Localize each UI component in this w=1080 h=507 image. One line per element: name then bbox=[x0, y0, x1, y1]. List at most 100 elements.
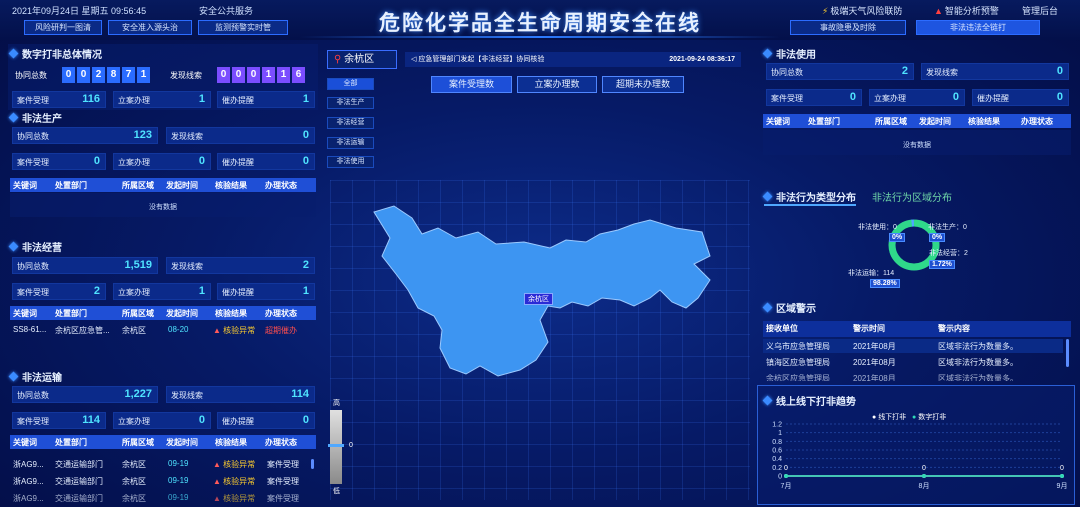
business-table-header: 关键词 处置部门 所属区域 发起时间 核验结果 办理状态 bbox=[10, 306, 316, 320]
trend-title: 线上线下打非趋势 bbox=[762, 393, 856, 408]
nav-illegal[interactable]: 非法违法全链打 bbox=[916, 20, 1040, 35]
data-point bbox=[784, 474, 788, 478]
filter-business[interactable]: 非法经营 bbox=[327, 117, 374, 129]
transport-cuiban: 催办提醒 0 bbox=[217, 412, 315, 429]
business-title: 非法经营 bbox=[8, 239, 62, 254]
map-region-label[interactable]: 余杭区 bbox=[524, 293, 553, 305]
transport-faxian: 发现线索 114 bbox=[166, 386, 315, 403]
tab-cases-filed[interactable]: 立案办理数 bbox=[517, 76, 597, 93]
data-point bbox=[922, 474, 926, 478]
data-label: 0 bbox=[1060, 465, 1064, 472]
transport-lian: 立案办理 0 bbox=[113, 412, 211, 429]
legend-slider[interactable] bbox=[330, 410, 342, 484]
filter-production[interactable]: 非法生产 bbox=[327, 97, 374, 109]
overview-xietong-label: 协同总数 bbox=[15, 71, 47, 80]
region-selector[interactable]: ⚲ 余杭区 bbox=[327, 50, 397, 69]
tab-cases-accepted[interactable]: 案件受理数 bbox=[431, 76, 512, 93]
slider-handle[interactable] bbox=[328, 444, 344, 447]
label-business: 非法经营：2 bbox=[929, 250, 968, 257]
data-label: 0 bbox=[784, 465, 788, 472]
business-lian: 立案办理 1 bbox=[113, 283, 211, 300]
usage-faxian: 发现线索 0 bbox=[921, 63, 1069, 80]
flash-icon: ⚡ bbox=[822, 6, 829, 16]
nav-risk[interactable]: 风险研判一图清 bbox=[24, 20, 102, 35]
production-anjian: 案件受理 0 bbox=[12, 153, 106, 170]
badge-transport: 98.28% bbox=[870, 279, 900, 288]
nav-access[interactable]: 安全准入源头治 bbox=[108, 20, 192, 35]
warning-status: ▲ 核验异常 bbox=[213, 326, 256, 335]
megaphone-icon: ◁ bbox=[411, 56, 417, 63]
usage-xietong: 协同总数 2 bbox=[766, 63, 914, 80]
x-tick-label: 9月 bbox=[1057, 482, 1068, 490]
badge-business: 1.72% bbox=[929, 260, 955, 269]
badge-production: 0% bbox=[929, 233, 946, 242]
diamond-icon bbox=[8, 241, 19, 252]
public-service-link[interactable]: 安全公共服务 bbox=[199, 4, 253, 17]
analysis-link[interactable]: ▲ 智能分析预警 bbox=[934, 4, 999, 17]
slider-bottom-label: 低 bbox=[333, 488, 340, 495]
diamond-icon bbox=[762, 191, 773, 202]
table-row[interactable]: 镇海区应急管理局 2021年08月 区域非法行为数量多。 bbox=[763, 355, 1063, 369]
business-faxian: 发现线索 2 bbox=[166, 257, 315, 274]
badge-usage: 0% bbox=[889, 233, 906, 242]
overview-cuiban: 催办提醒 1 bbox=[217, 91, 315, 108]
diamond-icon bbox=[762, 395, 773, 406]
diamond-icon bbox=[8, 371, 19, 382]
table-row[interactable]: 浙AG9... 交通运输部门 余杭区 09-19 ▲ 核验异常 案件受理 bbox=[10, 474, 310, 488]
warning-icon: ▲ bbox=[213, 477, 221, 486]
production-lian: 立案办理 0 bbox=[113, 153, 211, 170]
location-pin-icon: ⚲ bbox=[334, 54, 342, 65]
filter-usage[interactable]: 非法使用 bbox=[327, 156, 374, 168]
table-row[interactable]: 浙AG9... 交通运输部门 余杭区 09-19 ▲ 核验异常 案件受理 bbox=[10, 491, 310, 507]
trend-chart: 1.210.80.60.40.207月 8月 9月0 0 0 bbox=[772, 422, 1068, 491]
warning-icon: ▲ bbox=[213, 326, 221, 335]
label-usage: 非法使用：0 bbox=[858, 224, 897, 231]
alerts-title: 区域警示 bbox=[762, 300, 816, 315]
business-cuiban: 催办提醒 1 bbox=[217, 283, 315, 300]
usage-table-header: 关键词 处置部门 所属区域 发起时间 核验结果 办理状态 bbox=[763, 114, 1071, 128]
tab-overdue[interactable]: 超期未办理数 bbox=[602, 76, 684, 93]
table-row[interactable]: 浙AG9... 交通运输部门 余杭区 09-19 ▲ 核验异常 案件受理 bbox=[10, 457, 310, 471]
tab-region-distribution[interactable]: 非法行为区域分布 bbox=[872, 189, 952, 204]
notice-bar[interactable]: ◁ 应急管理部门发起【非法经营】协同核验 2021-09-24 08:36:17 bbox=[405, 52, 741, 67]
production-table-header: 关键词 处置部门 所属区域 发起时间 核验结果 办理状态 bbox=[10, 178, 316, 192]
production-title: 非法生产 bbox=[8, 110, 62, 125]
business-anjian: 案件受理 2 bbox=[12, 283, 106, 300]
filter-transport[interactable]: 非法运输 bbox=[327, 137, 374, 149]
transport-scrollbar[interactable] bbox=[311, 459, 314, 469]
transport-xietong: 协同总数 1,227 bbox=[12, 386, 158, 403]
y-tick-label: 1.2 bbox=[772, 422, 782, 429]
y-tick-label: 1 bbox=[778, 430, 782, 437]
weather-link[interactable]: ⚡ 极端天气风险联防 bbox=[822, 4, 902, 17]
x-tick-label: 7月 bbox=[781, 482, 792, 490]
overview-faxian-digits: 000116 bbox=[217, 67, 307, 84]
usage-anjian: 案件受理 0 bbox=[766, 89, 862, 106]
filter-all[interactable]: 全部 bbox=[327, 78, 374, 90]
y-tick-label: 0.6 bbox=[772, 448, 782, 455]
alerts-table-header: 接收单位 警示时间 警示内容 bbox=[763, 321, 1071, 337]
usage-cuiban: 催办提醒 0 bbox=[972, 89, 1069, 106]
table-row[interactable]: 余杭区应急管理局 2021年08月 区域非法行为数量多。 bbox=[763, 371, 1063, 381]
overview-xietong-digits: 002871 bbox=[62, 67, 152, 84]
title-underline bbox=[300, 36, 780, 38]
overview-faxian-label: 发现线索 bbox=[170, 71, 202, 80]
nav-hazard[interactable]: 事故隐患及时除 bbox=[790, 20, 906, 35]
y-tick-label: 0 bbox=[778, 474, 782, 481]
overview-anjian: 案件受理 116 bbox=[12, 91, 106, 108]
warning-icon: ▲ bbox=[213, 460, 221, 469]
diamond-icon bbox=[762, 48, 773, 59]
table-row[interactable]: SS8-61... 余杭区应急管... 余杭区 08-20 ▲ 核验异常 超期催办 bbox=[10, 323, 316, 337]
nav-monitor[interactable]: 监测预警实时管 bbox=[198, 20, 288, 35]
page-title: 危险化学品全生命周期安全在线 bbox=[379, 12, 701, 35]
datetime: 2021年09月24日 星期五 09:56:45 bbox=[12, 6, 147, 16]
business-xietong: 协同总数 1,519 bbox=[12, 257, 158, 274]
diamond-icon bbox=[8, 48, 19, 59]
admin-link[interactable]: 管理后台 bbox=[1022, 4, 1058, 17]
table-row[interactable]: 义乌市应急管理局 2021年08月 区域非法行为数量多。 bbox=[763, 339, 1063, 353]
production-xietong: 协同总数 123 bbox=[12, 127, 158, 144]
tab-type-distribution[interactable]: 非法行为类型分布 bbox=[762, 189, 856, 206]
production-nodata: 没有数据 bbox=[149, 204, 177, 211]
alerts-scrollbar[interactable] bbox=[1066, 339, 1069, 367]
overview-title: 数字打非总体情况 bbox=[8, 46, 102, 61]
transport-table-header: 关键词 处置部门 所属区域 发起时间 核验结果 办理状态 bbox=[10, 435, 316, 449]
